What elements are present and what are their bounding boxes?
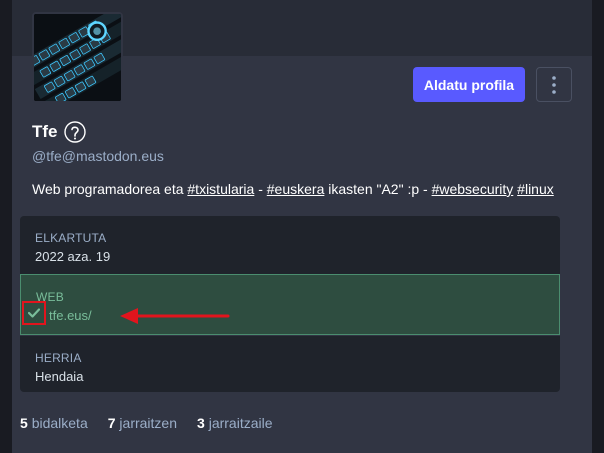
bio-text: ikasten "A2" :p - — [324, 181, 432, 197]
field-location: HERRIA Hendaia — [20, 335, 560, 392]
name-row: Tfe — [32, 121, 86, 143]
keyboard-photo — [34, 14, 121, 101]
bio: Web programadorea eta #txistularia - #eu… — [32, 181, 554, 197]
avatar[interactable] — [32, 12, 123, 103]
field-label: HERRIA — [35, 351, 82, 365]
annotation-arrow-icon — [120, 308, 230, 324]
vertical-dots-icon — [552, 75, 556, 94]
ear-emoji-icon — [63, 121, 86, 143]
account-handle: @tfe@mastodon.eus — [32, 148, 164, 164]
field-value: 2022 aza. 19 — [35, 249, 111, 264]
field-joined: ELKARTUTA 2022 aza. 19 — [20, 216, 560, 274]
profile-fields: ELKARTUTA 2022 aza. 19 WEB HERRIA Hendai… — [20, 216, 560, 392]
posts-count-link[interactable]: 5 bidalketa — [20, 415, 88, 431]
stat-number: 3 — [197, 415, 205, 431]
stat-label: jarraitzen — [119, 415, 178, 431]
more-options-button[interactable] — [536, 67, 572, 102]
following-count-link[interactable]: 7 jarraitzen — [108, 415, 177, 431]
followers-count-link[interactable]: 3 jarraitzaile — [197, 415, 273, 431]
edit-profile-button[interactable]: Aldatu profila — [413, 67, 525, 102]
bio-text: Web programadorea eta — [32, 181, 188, 197]
stat-label: jarraitzaile — [208, 415, 273, 431]
website-link[interactable]: tfe.eus/ — [49, 308, 92, 323]
stat-number: 5 — [20, 415, 28, 431]
stat-label: bidalketa — [31, 415, 88, 431]
annotation-highlight-box — [22, 301, 46, 325]
bio-text: - — [254, 181, 267, 197]
field-web-verified: WEB — [20, 274, 560, 335]
display-name: Tfe — [32, 122, 58, 141]
hashtag-link[interactable]: #linux — [517, 181, 554, 197]
account-stats: 5 bidalketa 7 jarraitzen 3 jarraitzaile — [20, 415, 273, 431]
hashtag-link[interactable]: #websecurity — [432, 181, 514, 197]
field-label: ELKARTUTA — [35, 231, 107, 245]
field-value: Hendaia — [35, 369, 84, 384]
stat-number: 7 — [107, 415, 116, 431]
field-label: WEB — [36, 290, 64, 304]
hashtag-link[interactable]: #euskera — [267, 181, 325, 197]
hashtag-link[interactable]: #txistularia — [187, 181, 254, 197]
